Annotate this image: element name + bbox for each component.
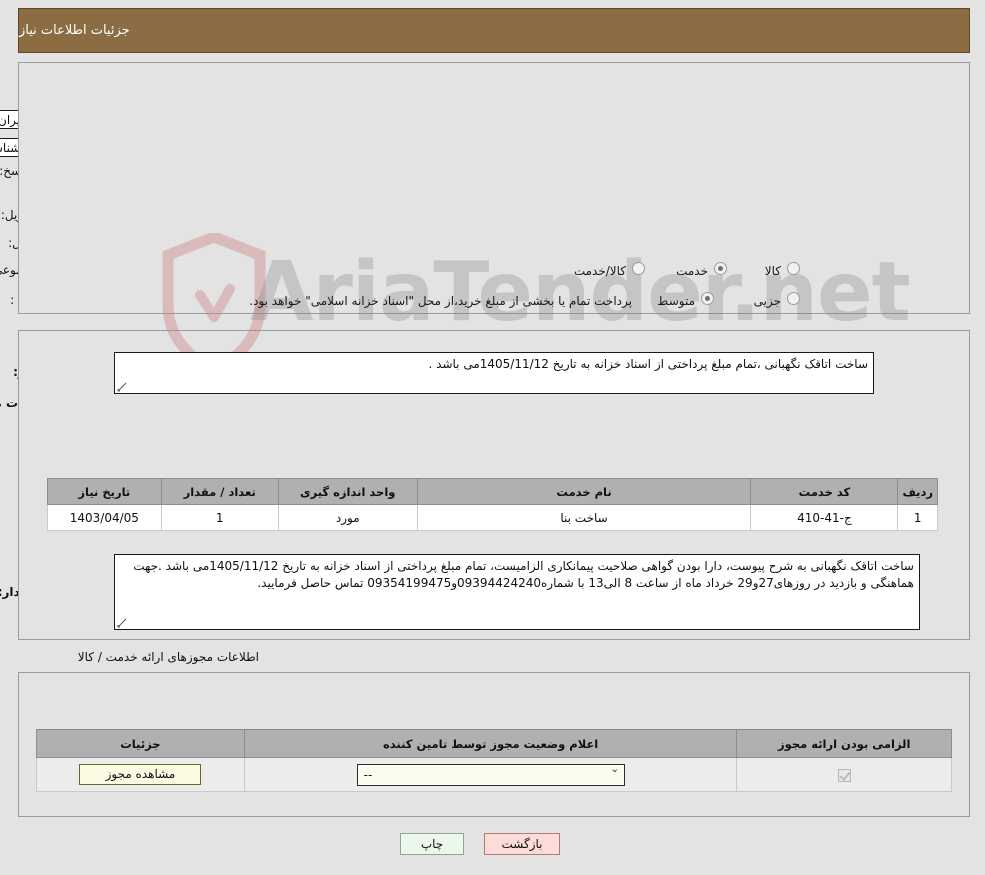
radio-category-kala-khedmat[interactable] [787, 262, 800, 275]
treasury-note: پرداخت تمام یا بخشی از مبلغ خرید،از محل … [249, 294, 632, 308]
col-permit-required: الزامی بودن ارائه مجوز [736, 729, 952, 758]
page-root: جزئیات اطلاعات نیاز AriaTender.net شماره… [0, 0, 985, 875]
services-table: ردیف کد خدمت نام خدمت واحد اندازه گیری ت… [47, 478, 938, 531]
permit-required-checkbox[interactable] [837, 768, 851, 782]
permits-section-title: اطلاعات مجوزهای ارائه خدمت / کالا [77, 650, 259, 664]
col-permit-details: جزئیات [36, 729, 245, 758]
chevron-down-icon: ˅ [611, 768, 619, 781]
resize-grip-icon[interactable] [117, 618, 127, 628]
cell-need-date: 1403/04/05 [47, 504, 162, 531]
category-option-2-label: کالا/خدمت [573, 264, 626, 278]
table-row: ˅ -- مشاهده مجوز [36, 757, 952, 792]
page-header: جزئیات اطلاعات نیاز [18, 8, 970, 53]
services-table-header-row: ردیف کد خدمت نام خدمت واحد اندازه گیری ت… [47, 478, 938, 505]
permit-status-dropdown[interactable]: ˅ -- [356, 763, 625, 786]
permits-table: الزامی بودن ارائه مجوز اعلام وضعیت مجوز … [36, 729, 952, 792]
radio-process-motevaset[interactable] [701, 292, 714, 305]
col-permit-status: اعلام وضعیت مجوز توسط تامین کننده [243, 729, 738, 758]
col-name: نام خدمت [416, 478, 752, 505]
page-title: جزئیات اطلاعات نیاز [19, 23, 130, 38]
cell-unit: مورد [277, 504, 418, 531]
description-text: ساخت اتاقک نگهبانی ،تمام مبلغ پرداختی از… [428, 357, 868, 371]
buyer-notes-textarea[interactable]: ساخت اتاقک نگهبانی به شرح پیوست، دارا بو… [114, 554, 920, 630]
cell-row: 1 [897, 504, 938, 531]
print-button[interactable]: چاپ [400, 833, 464, 855]
cell-quantity: 1 [160, 504, 279, 531]
resize-grip-icon[interactable] [117, 382, 127, 392]
col-need-date: تاریخ نیاز [47, 478, 162, 505]
radio-process-jozei[interactable] [787, 292, 800, 305]
cell-permit-details: مشاهده مجوز [36, 757, 245, 792]
process-option-0-label: جزیی [753, 294, 781, 308]
table-row: 1 ج-41-410 ساخت بنا مورد 1 1403/04/05 [47, 504, 938, 531]
description-textarea[interactable]: ساخت اتاقک نگهبانی ،تمام مبلغ پرداختی از… [114, 352, 874, 394]
category-option-0-label: کالا [764, 264, 781, 278]
view-permit-button[interactable]: مشاهده مجوز [79, 764, 202, 785]
category-option-1-label: خدمت [676, 264, 708, 278]
cell-permit-status: ˅ -- [243, 757, 738, 792]
need-info-panel [18, 62, 970, 314]
radio-category-khedmat[interactable] [714, 262, 727, 275]
radio-category-kala-slash[interactable] [632, 262, 645, 275]
process-option-1-label: متوسط [657, 294, 695, 308]
cell-name: ساخت بنا [416, 504, 752, 531]
col-unit: واحد اندازه گیری [277, 478, 418, 505]
col-code: کد خدمت [750, 478, 899, 505]
col-quantity: تعداد / مقدار [160, 478, 279, 505]
permit-status-value: -- [363, 767, 373, 782]
cell-code: ج-41-410 [750, 504, 899, 531]
col-row: ردیف [897, 478, 938, 505]
buyer-notes-text: ساخت اتاقک نگهبانی به شرح پیوست، دارا بو… [133, 559, 914, 590]
cell-permit-required [736, 757, 952, 792]
permits-table-header-row: الزامی بودن ارائه مجوز اعلام وضعیت مجوز … [36, 729, 952, 758]
back-button[interactable]: بازگشت [484, 833, 560, 855]
permits-table-wrapper: الزامی بودن ارائه مجوز اعلام وضعیت مجوز … [36, 729, 952, 799]
